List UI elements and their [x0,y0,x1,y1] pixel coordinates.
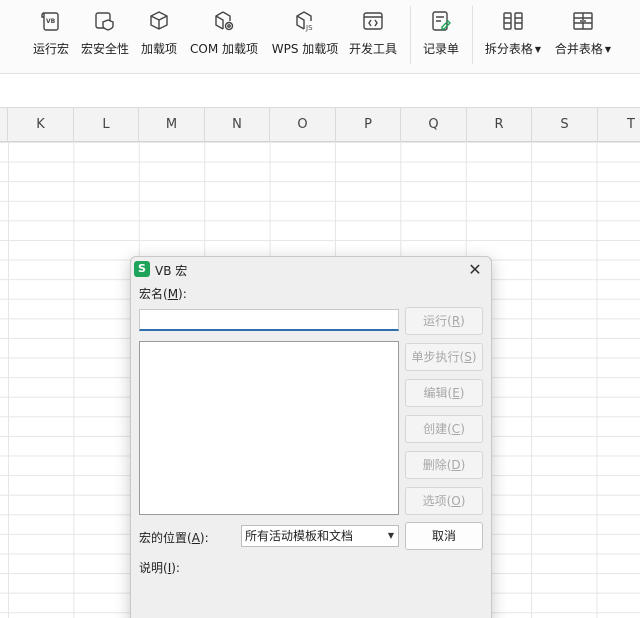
dialog-title-bar[interactable]: S VB 宏 ✕ [131,257,491,283]
column-header[interactable]: Q [401,108,467,142]
addins-label: 加载项 [140,42,177,56]
column-header[interactable]: M [139,108,205,142]
cube-js-icon: JS [292,8,318,34]
column-header[interactable]: K [8,108,74,142]
addins-button[interactable]: 加载项 [138,0,180,74]
column-header[interactable]: S [532,108,598,142]
macro-security-button[interactable]: 宏安全性 [78,0,132,74]
dialog-title: VB 宏 [155,264,188,278]
wps-spreadsheet-icon: S [134,261,150,277]
record-sheet-button[interactable]: 记录单 [420,0,462,74]
step-into-button[interactable]: 单步执行(S) [405,343,483,371]
split-table-icon [500,8,526,34]
com-addins-button[interactable]: COM 加载项 [186,0,262,74]
chevron-down-icon: ▼ [534,45,542,54]
com-addins-label: COM 加载项 [190,42,258,56]
run-button[interactable]: 运行(R) [405,307,483,335]
cancel-button[interactable]: 取消 [405,522,483,550]
vb-script-icon: VB [38,8,64,34]
options-button[interactable]: 选项(O) [405,487,483,515]
description-label: 说明(I): [139,561,180,575]
split-table-button[interactable]: 拆分表格 ▼ [482,0,544,74]
dev-tools-button[interactable]: 开发工具 [346,0,400,74]
run-macro-label: 运行宏 [32,42,69,56]
vb-macro-dialog: S VB 宏 ✕ 宏名(M): 运行(R) 单步执行(S) 编辑(E) 创建(C… [130,256,492,618]
formula-bar[interactable] [0,74,640,108]
column-header-row: K L M N O P Q R S T [0,108,640,142]
macro-list[interactable] [139,341,399,515]
close-icon[interactable]: ✕ [465,260,485,280]
column-header-partial[interactable] [0,108,8,142]
record-sheet-label: 记录单 [422,42,459,56]
merge-table-button[interactable]: 合并表格 ▼ [552,0,614,74]
split-table-label: 拆分表格 ▼ [484,42,542,56]
ribbon-separator [472,6,473,64]
edit-button[interactable]: 编辑(E) [405,379,483,407]
column-header[interactable]: R [467,108,532,142]
wps-addins-label: WPS 加载项 [271,42,339,56]
svg-text:VB: VB [46,18,56,25]
delete-button[interactable]: 删除(D) [405,451,483,479]
chevron-down-icon: ▼ [387,531,394,540]
run-macro-button[interactable]: VB 运行宏 [30,0,72,74]
macro-location-value: 所有活动模板和文档 [245,529,354,543]
merge-table-icon [570,8,596,34]
macro-location-label: 宏的位置(A): [139,531,209,545]
svg-text:JS: JS [305,24,313,32]
code-window-icon [360,8,386,34]
column-header[interactable]: P [336,108,401,142]
chevron-down-icon: ▼ [604,45,612,54]
ribbon-separator [410,6,411,64]
cube-gear-icon [211,8,237,34]
wps-addins-button[interactable]: JS WPS 加载项 [268,0,342,74]
ribbon-toolbar: VB 运行宏 宏安全性 加载项 COM 加载项 JS WPS 加载项 开发工具 [0,0,640,74]
cube-icon [146,8,172,34]
merge-table-label: 合并表格 ▼ [554,42,612,56]
column-header[interactable]: N [205,108,270,142]
macro-name-input[interactable] [139,309,399,331]
create-button[interactable]: 创建(C) [405,415,483,443]
macro-name-label: 宏名(M): [139,287,187,301]
column-header[interactable]: T [598,108,640,142]
record-form-icon [428,8,454,34]
macro-location-select[interactable]: 所有活动模板和文档 ▼ [241,525,399,547]
macro-security-icon [92,8,118,34]
column-header[interactable]: L [74,108,139,142]
dev-tools-label: 开发工具 [348,42,397,56]
column-header[interactable]: O [270,108,336,142]
macro-security-label: 宏安全性 [80,42,129,56]
